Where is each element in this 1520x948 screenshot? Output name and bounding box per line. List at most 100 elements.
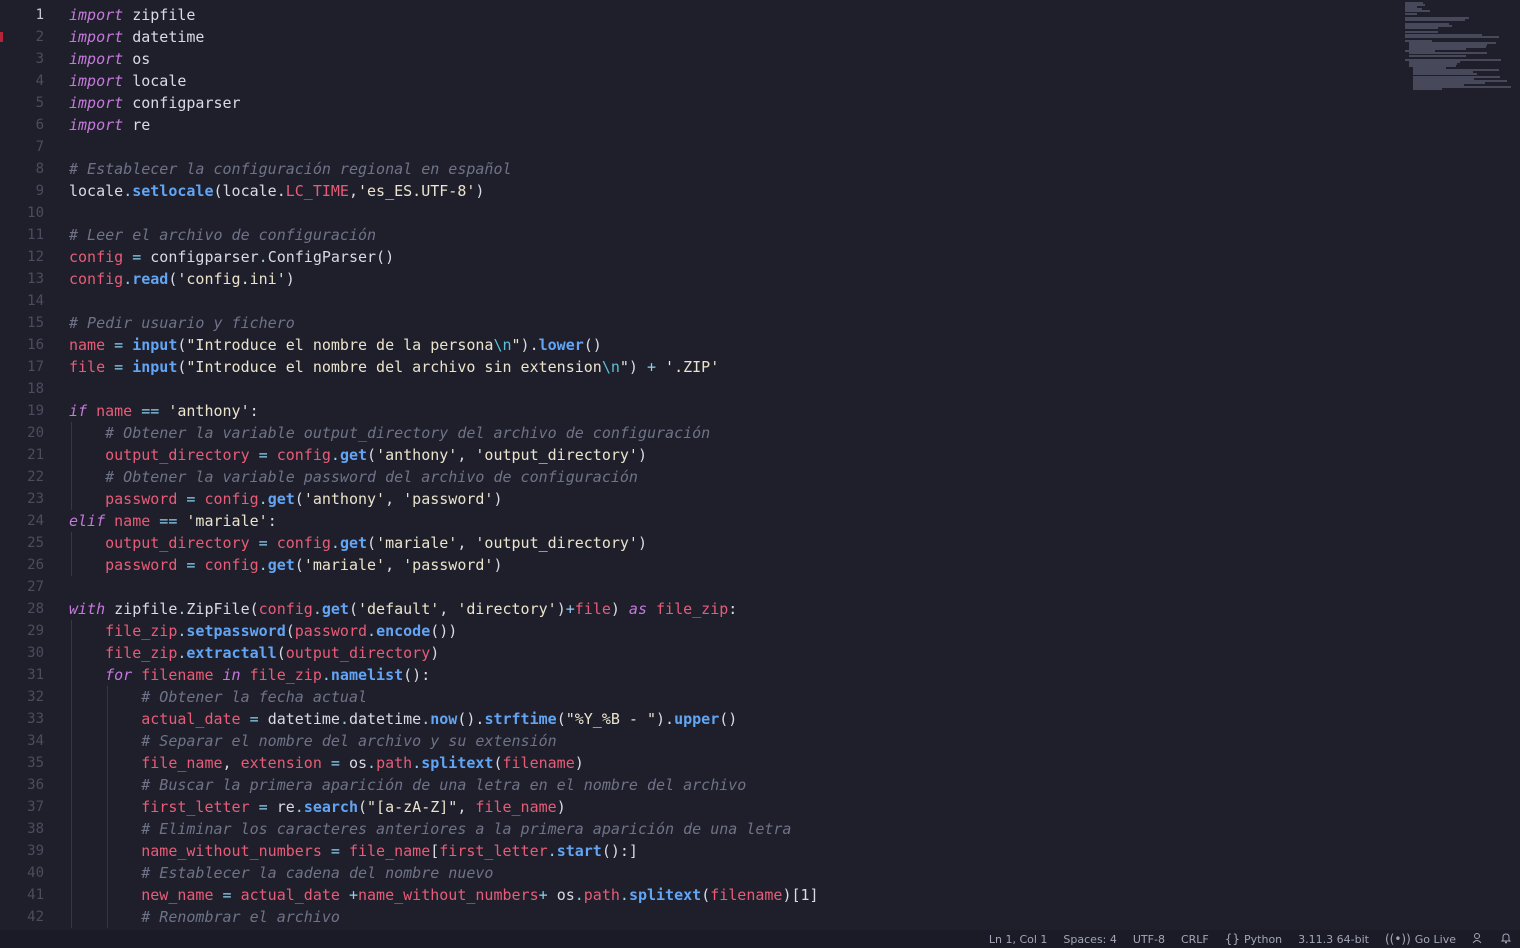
indentation <box>69 754 141 772</box>
code-token: encode <box>376 622 431 640</box>
line-number: 35 <box>27 755 44 771</box>
minimap-line <box>1413 88 1442 91</box>
code-token: locale <box>123 72 187 90</box>
code-line[interactable]: # Obtener la variable password del archi… <box>69 466 1390 488</box>
code-line[interactable]: # Establecer la configuración regional e… <box>69 158 1390 180</box>
code-line[interactable]: file_name, extension = os.path.splitext(… <box>69 752 1390 774</box>
cursor-position[interactable]: Ln 1, Col 1 <box>981 933 1056 946</box>
code-line[interactable]: # Establecer la cadena del nombre nuevo <box>69 862 1390 884</box>
code-line[interactable] <box>69 378 1390 400</box>
code-token: 'default' <box>358 600 440 618</box>
code-token: 'anthony' <box>376 446 458 464</box>
code-line[interactable]: import zipfile <box>69 4 1390 26</box>
indent-guide <box>71 554 72 576</box>
code-token: ( <box>285 622 295 640</box>
code-line[interactable]: output_directory = config.get('mariale',… <box>69 532 1390 554</box>
code-token: read <box>132 270 169 288</box>
code-line[interactable]: name_without_numbers = file_name[first_l… <box>69 840 1390 862</box>
indent-guide <box>71 774 72 796</box>
code-line[interactable] <box>69 202 1390 224</box>
code-token: path <box>583 886 620 904</box>
code-token: ) <box>493 490 503 508</box>
code-token: os <box>348 754 368 772</box>
code-line[interactable]: # Renombrar el archivo <box>69 906 1390 928</box>
code-token: = <box>213 886 241 904</box>
code-token: . <box>330 534 340 552</box>
indentation-setting[interactable]: Spaces: 4 <box>1055 933 1124 946</box>
indent-guide <box>71 818 72 840</box>
code-token: file_zip <box>647 600 729 618</box>
code-line[interactable]: if name == 'anthony': <box>69 400 1390 422</box>
code-line[interactable]: password = config.get('mariale', 'passwo… <box>69 554 1390 576</box>
code-line[interactable]: import datetime <box>69 26 1390 48</box>
code-token: ( <box>294 490 304 508</box>
notifications-button[interactable] <box>1492 932 1520 947</box>
interpreter-selector[interactable]: 3.11.3 64-bit <box>1290 933 1377 946</box>
eol-selector[interactable]: CRLF <box>1173 933 1217 946</box>
code-token: 'anthony' <box>303 490 386 508</box>
code-line[interactable]: new_name = actual_date +name_without_num… <box>69 884 1390 906</box>
indent-guide <box>71 884 72 906</box>
code-line[interactable]: for filename in file_zip.namelist(): <box>69 664 1390 686</box>
code-line[interactable]: # Obtener la fecha actual <box>69 686 1390 708</box>
code-line[interactable] <box>69 136 1390 158</box>
code-line[interactable] <box>69 290 1390 312</box>
code-token: extension <box>240 754 322 772</box>
code-token: name_without_numbers <box>141 842 322 860</box>
line-number: 1 <box>35 7 44 23</box>
code-line[interactable]: password = config.get('anthony', 'passwo… <box>69 488 1390 510</box>
line-number: 23 <box>27 491 44 507</box>
code-line[interactable]: with zipfile.ZipFile(config.get('default… <box>69 598 1390 620</box>
line-number: 42 <box>27 909 44 925</box>
code-line[interactable]: output_directory = config.get('anthony',… <box>69 444 1390 466</box>
code-token: == <box>150 512 187 530</box>
line-number: 16 <box>27 337 44 353</box>
indent-guide <box>107 752 109 774</box>
code-line[interactable]: locale.setlocale(locale.LC_TIME,'es_ES.U… <box>69 180 1390 202</box>
code-line[interactable] <box>69 576 1390 598</box>
code-token: . <box>574 886 584 904</box>
code-line[interactable]: elif name == 'mariale': <box>69 510 1390 532</box>
code-line[interactable]: file_zip.extractall(output_directory) <box>69 642 1390 664</box>
code-line[interactable]: # Eliminar los caracteres anteriores a l… <box>69 818 1390 840</box>
code-token: filename <box>710 886 783 904</box>
go-live-button[interactable]: ((•)) Go Live <box>1377 932 1464 946</box>
code-line[interactable]: # Separar el nombre del archivo y su ext… <box>69 730 1390 752</box>
language-mode-selector[interactable]: {} Python <box>1217 932 1290 946</box>
minimap[interactable] <box>1405 2 1517 94</box>
code-token: file_zip <box>105 622 178 640</box>
code-line[interactable]: # Leer el archivo de configuración <box>69 224 1390 246</box>
code-line[interactable]: config.read('config.ini') <box>69 268 1390 290</box>
code-token: . <box>294 798 304 816</box>
code-line[interactable]: import configparser <box>69 92 1390 114</box>
code-line[interactable]: import re <box>69 114 1390 136</box>
line-number: 2 <box>0 26 60 48</box>
code-editor[interactable]: 1 2 3 4 5 6 7 8 9 10 11 12 13 14 15 16 17 18 19 20 21 22 23 24 2… <box>0 0 1520 930</box>
code-token: file_name <box>348 842 431 860</box>
code-area[interactable]: import zipfile import datetime import os im… <box>69 4 1390 928</box>
code-line[interactable]: # Pedir usuario y fichero <box>69 312 1390 334</box>
indentation <box>69 908 141 926</box>
code-line[interactable]: first_letter = re.search("[a-zA-Z]", fil… <box>69 796 1390 818</box>
code-line[interactable]: # Obtener la variable output_directory d… <box>69 422 1390 444</box>
code-token: # Renombrar el archivo <box>141 908 340 926</box>
code-line[interactable]: file_zip.setpassword(password.encode()) <box>69 620 1390 642</box>
feedback-button[interactable] <box>1464 932 1492 947</box>
code-token: )[1] <box>782 886 819 904</box>
code-line[interactable]: actual_date = datetime.datetime.now().st… <box>69 708 1390 730</box>
code-token: ( <box>493 754 503 772</box>
code-line[interactable]: config = configparser.ConfigParser() <box>69 246 1390 268</box>
code-line[interactable]: import os <box>69 48 1390 70</box>
code-line[interactable]: name = input("Introduce el nombre de la … <box>69 334 1390 356</box>
code-token: " <box>511 336 521 354</box>
code-token: file_name <box>475 798 557 816</box>
code-line[interactable]: file = input("Introduce el nombre del ar… <box>69 356 1390 378</box>
indent-guide <box>107 708 109 730</box>
code-line[interactable]: # Buscar la primera aparición de una let… <box>69 774 1390 796</box>
code-token: re <box>276 798 295 816</box>
line-number: 3 <box>35 51 44 67</box>
code-line[interactable]: import locale <box>69 70 1390 92</box>
encoding-selector[interactable]: UTF-8 <box>1125 933 1173 946</box>
code-token: filename <box>502 754 575 772</box>
code-token: get <box>267 556 295 574</box>
